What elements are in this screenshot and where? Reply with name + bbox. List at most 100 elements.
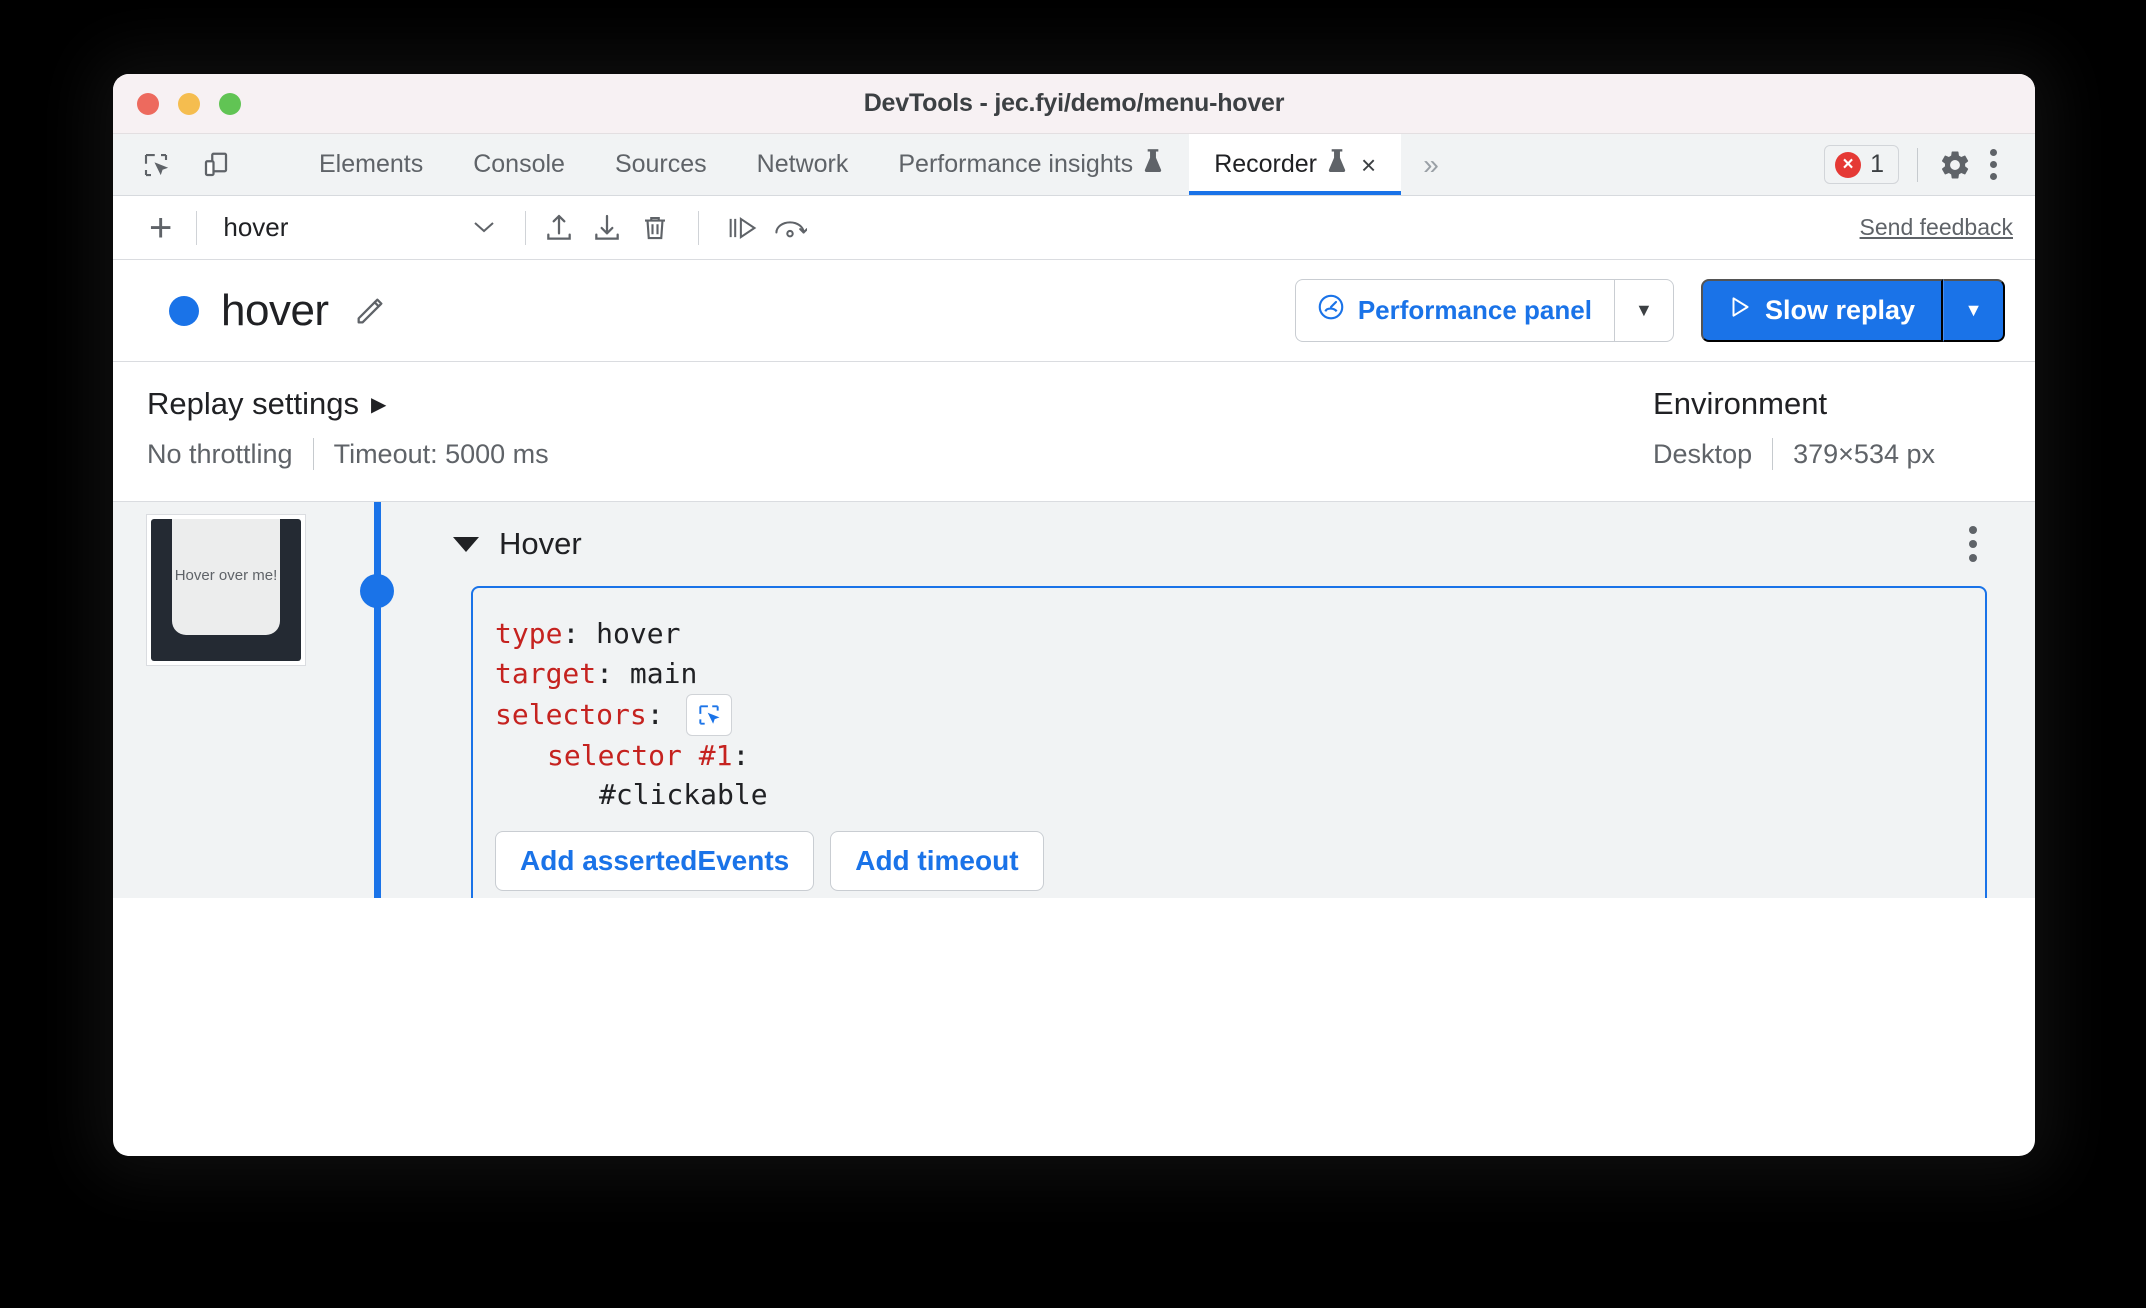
throttling-value: No throttling [147,438,293,469]
step-field-target-key: target [495,656,597,690]
tab-elements[interactable]: Elements [294,134,448,195]
devtools-window: DevTools - jec.fyi/demo/menu-hover Eleme… [113,74,2035,1156]
step-field-selector-1-colon: : [732,738,750,772]
performance-panel-dropdown-button[interactable]: ▼ [1613,279,1674,342]
replay-settings-heading: Replay settings [147,386,359,421]
replay-settings-section: Replay settings ▶ No throttling Timeout:… [147,362,549,501]
error-count-label: 1 [1870,150,1884,178]
performance-panel-label: Performance panel [1357,295,1592,325]
experiment-flask-icon [1326,148,1348,181]
add-asserted-events-button[interactable]: Add assertedEvents [495,831,815,891]
thumbnail-caption: Hover over me! [172,519,280,636]
thumbnail-frame: Hover over me! [151,519,301,661]
delete-icon[interactable] [636,209,674,247]
step-field-selectors-key: selectors [495,697,647,731]
recording-select[interactable]: hover [211,212,511,243]
tabbar-left-icons [113,134,278,195]
tab-recorder[interactable]: Recorder × [1189,134,1402,195]
tab-network[interactable]: Network [732,134,874,195]
step-field-type-key: type [495,617,563,650]
tab-label: Network [756,150,849,178]
replay-dropdown-button[interactable]: ▼ [1943,279,2005,342]
summary-divider [1772,438,1774,470]
environment-summary: Desktop 379×534 px [1653,438,1935,470]
tab-label: Elements [319,150,424,178]
slow-replay-label: Slow replay [1764,295,1915,325]
step-hover: Hover type: hover target: main selectors… [413,502,2013,921]
step-screenshot-thumbnail[interactable]: Hover over me! [146,514,306,666]
environment-section: Environment Desktop 379×534 px [1653,362,2001,501]
tab-label: Console [473,150,565,178]
devtools-tabbar: Elements Console Sources Network Perform… [113,134,2035,196]
tab-overflow-icon[interactable]: » [1401,134,1461,195]
device-toolbar-icon[interactable] [197,146,235,184]
window-title: DevTools - jec.fyi/demo/menu-hover [863,89,1285,117]
tab-sources[interactable]: Sources [590,134,732,195]
create-recording-button[interactable]: + [139,208,182,248]
devtools-more-menu-icon[interactable] [1974,149,2013,180]
steps-panel: Hover over me! Hover type: hover target:… [113,502,2035,932]
error-count-badge[interactable]: × 1 [1824,145,1899,184]
step-over-icon[interactable] [723,209,761,247]
tab-performance-insights[interactable]: Performance insights [873,134,1189,195]
recording-status-dot [169,295,199,326]
step-field-target-value[interactable]: : main [596,654,697,694]
select-element-icon[interactable] [685,693,732,736]
tabbar-right-divider [1917,147,1918,182]
toolbar-divider [525,210,527,245]
environment-viewport: 379×534 px [1793,438,1935,469]
steps-timeline-node[interactable] [360,574,394,608]
experiment-flask-icon [1142,148,1164,181]
recording-title-group: hover [147,286,389,336]
replay-split-button: Slow replay ▼ [1700,279,2005,342]
toolbar-divider [698,210,700,245]
tabbar-right-controls: × 1 [1824,134,2035,195]
tab-label: Performance insights [898,150,1134,178]
replay-settings-toggle[interactable]: Replay settings ▶ [147,386,549,422]
recorder-actions [540,209,809,247]
performance-panel-button[interactable]: Performance panel [1294,279,1614,342]
step-field-selectors: selectors: [495,693,1955,736]
step-more-menu-icon[interactable] [1969,526,1977,562]
window-titlebar: DevTools - jec.fyi/demo/menu-hover [113,74,2035,134]
tab-console[interactable]: Console [448,134,590,195]
add-timeout-button[interactable]: Add timeout [830,831,1044,891]
recording-header-actions: Performance panel ▼ Slow replay ▼ [1294,279,2005,342]
step-field-type: type: hover [495,614,1955,654]
tab-label: Sources [614,150,707,178]
environment-device: Desktop [1653,438,1753,469]
recording-header: hover Performance panel ▼ Slow replay ▼ [113,260,2035,362]
send-feedback-link[interactable]: Send feedback [1860,214,2013,241]
triangle-down-icon[interactable] [453,536,479,552]
chevron-right-icon: ▶ [370,393,387,416]
tab-list: Elements Console Sources Network Perform… [294,134,1461,195]
performance-panel-split-button: Performance panel ▼ [1294,279,1674,342]
settings-strip: Replay settings ▶ No throttling Timeout:… [113,362,2035,502]
import-icon[interactable] [540,209,578,247]
play-triangle-icon [1727,294,1753,327]
toolbar-divider [196,210,198,245]
recording-title: hover [221,285,329,335]
inspect-element-icon[interactable] [137,146,175,184]
step-field-selector-1-key: selector #1 [547,738,733,772]
step-field-selector-1-value-row: #clickable [495,775,1955,815]
replay-settings-summary: No throttling Timeout: 5000 ms [147,438,549,470]
step-field-selectors-colon: : [646,697,664,731]
screenshot-stage: DevTools - jec.fyi/demo/menu-hover Eleme… [0,0,2146,1308]
replay-undo-icon[interactable] [771,209,809,247]
step-card-buttons: Add assertedEvents Add timeout [495,831,1955,891]
error-icon: × [1835,151,1862,178]
step-header[interactable]: Hover [413,502,2013,586]
step-field-selector-1-value[interactable]: #clickable [599,775,768,815]
export-icon[interactable] [588,209,626,247]
recorder-toolbar: + hover Send feedback [113,196,2035,260]
gear-icon[interactable] [1936,146,1974,184]
close-tab-icon[interactable]: × [1361,152,1376,178]
step-field-type-value[interactable]: : hover [562,614,680,654]
slow-replay-button[interactable]: Slow replay [1700,279,1943,342]
summary-divider [312,438,314,470]
pencil-icon[interactable] [351,292,389,330]
environment-heading: Environment [1653,386,1828,421]
step-field-selector-1: selector #1: [495,736,1955,776]
steps-timeline-line [374,502,381,932]
